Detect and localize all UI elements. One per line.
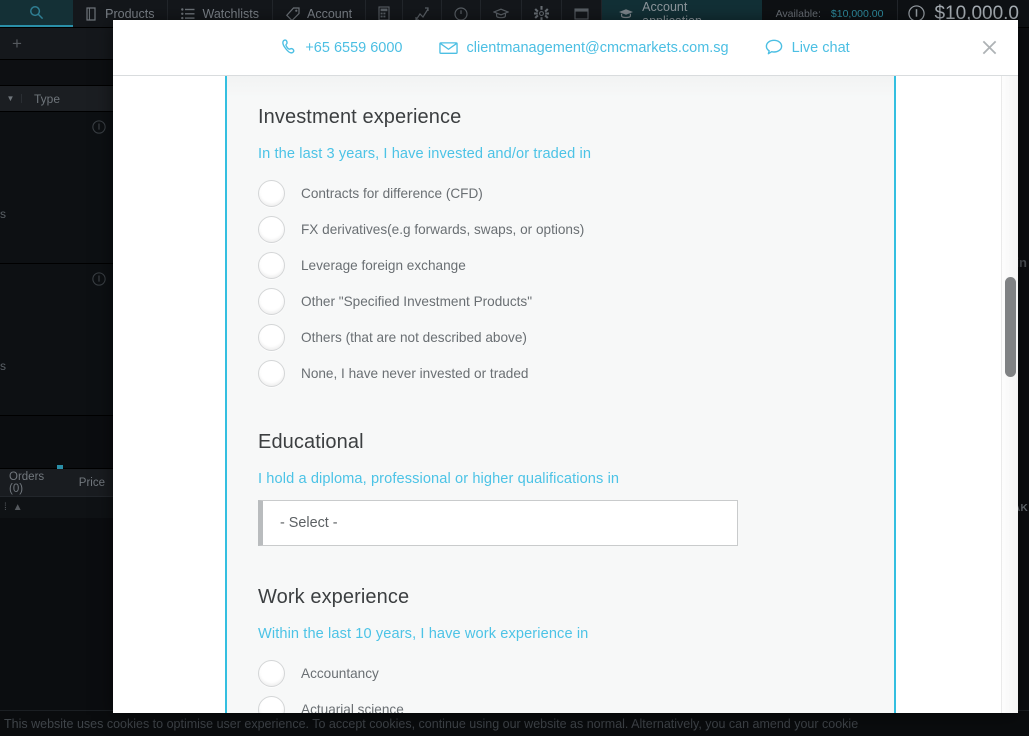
option-row[interactable]: None, I have never invested or traded <box>258 355 894 391</box>
phone-icon <box>281 39 296 56</box>
toolbar-label-products: Products <box>105 6 155 21</box>
live-chat-label: Live chat <box>791 39 850 56</box>
radio-button[interactable] <box>258 323 285 351</box>
application-form: Investment experience In the last 3 year… <box>227 76 894 713</box>
list-icon <box>181 7 195 20</box>
modal-header: +65 6559 6000 clientmanagement@cmcmarket… <box>113 20 1018 76</box>
section-question: Within the last 10 years, I have work ex… <box>258 626 589 642</box>
info-circle-icon <box>92 120 106 134</box>
available-value: $10,000.00 <box>830 7 884 20</box>
gear-icon <box>534 6 550 21</box>
radio-button[interactable] <box>258 215 285 243</box>
option-label: Others (that are not described above) <box>301 329 527 345</box>
column-header-type[interactable]: ▼ Type <box>0 86 114 112</box>
section-investment-experience: Investment experience In the last 3 year… <box>258 106 894 391</box>
option-label: Actuarial science <box>301 701 404 714</box>
tab-price-label: Price <box>78 476 105 489</box>
grid-header: ⁞ ▲ <box>0 496 114 518</box>
sort-asc-icon: ▲ <box>12 502 23 513</box>
section-educational: Educational I hold a diploma, profession… <box>258 431 894 546</box>
option-row[interactable]: Others (that are not described above) <box>258 319 894 355</box>
search-button[interactable] <box>0 0 74 27</box>
radio-button[interactable] <box>258 695 285 713</box>
cookie-notice-text: This website uses cookies to optimise us… <box>4 716 859 731</box>
cookie-notice: This website uses cookies to optimise us… <box>0 710 1029 736</box>
email-link[interactable]: clientmanagement@cmcmarkets.com.sg <box>438 39 729 56</box>
column-header-label: Type <box>34 91 61 106</box>
section-question: In the last 3 years, I have invested and… <box>258 146 592 162</box>
close-button[interactable] <box>976 35 1002 61</box>
bottom-tab-bar: Orders (0) Price <box>0 464 114 496</box>
option-label: Accountancy <box>301 665 379 681</box>
section-title: Work experience <box>258 586 410 608</box>
option-label: Contracts for difference (CFD) <box>301 185 483 201</box>
radio-button[interactable] <box>258 359 285 387</box>
option-label: Leverage foreign exchange <box>301 257 466 273</box>
email-label: clientmanagement@cmcmarkets.com.sg <box>466 39 729 56</box>
toolbar-label-account: Account <box>306 6 353 21</box>
modal-right-gutter <box>894 76 1018 713</box>
option-row[interactable]: Accountancy <box>258 655 894 691</box>
tab-indicator <box>56 464 63 469</box>
close-icon <box>981 39 998 56</box>
radio-button[interactable] <box>258 287 285 315</box>
filter-icon: ⁞ <box>4 502 7 513</box>
tag-icon <box>285 6 300 21</box>
tab-orders[interactable]: Orders (0) <box>0 464 70 495</box>
live-chat-link[interactable]: Live chat <box>765 39 850 56</box>
radio-button[interactable] <box>258 179 285 207</box>
search-icon <box>29 5 44 20</box>
radio-button[interactable] <box>258 659 285 687</box>
chat-bubble-icon <box>765 39 783 56</box>
option-row[interactable]: Actuarial science <box>258 691 894 713</box>
option-row[interactable]: FX derivatives(e.g forwards, swaps, or o… <box>258 211 894 247</box>
phone-label: +65 6559 6000 <box>305 39 403 56</box>
list-item-label: s <box>0 207 6 221</box>
window-icon <box>574 7 589 20</box>
modal-scrollbar-thumb[interactable] <box>1005 277 1016 377</box>
option-label: Other "Specified Investment Products" <box>301 293 533 309</box>
modal-left-gutter <box>113 76 227 713</box>
section-title: Investment experience <box>258 106 462 128</box>
graduation-cap-icon <box>493 8 510 19</box>
available-label: Available: <box>775 7 821 20</box>
phone-link[interactable]: +65 6559 6000 <box>281 39 403 56</box>
envelope-icon <box>438 41 458 55</box>
add-button-label: + <box>12 33 22 53</box>
clock-icon <box>454 6 468 21</box>
list-item[interactable]: s <box>0 112 114 264</box>
option-label: None, I have never invested or traded <box>301 365 529 381</box>
radio-button[interactable] <box>258 251 285 279</box>
section-question: I hold a diploma, professional or higher… <box>258 471 620 487</box>
book-icon <box>86 6 98 21</box>
option-row[interactable]: Leverage foreign exchange <box>258 247 894 283</box>
panel-spacer <box>0 60 114 86</box>
graduation-cap-icon <box>618 8 634 19</box>
modal-body: Investment experience In the last 3 year… <box>113 76 1018 713</box>
info-circle-icon <box>92 272 106 286</box>
option-row[interactable]: Other "Specified Investment Products" <box>258 283 894 319</box>
form-scroll-area: Investment experience In the last 3 year… <box>227 76 894 713</box>
account-application-modal: +65 6559 6000 clientmanagement@cmcmarket… <box>113 20 1018 713</box>
toolbar-label-watchlists: Watchlists <box>202 6 259 21</box>
modal-scrollbar-track[interactable] <box>1001 76 1018 713</box>
tab-orders-label: Orders (0) <box>9 470 45 495</box>
chevron-down-icon: ▼ <box>0 94 22 103</box>
option-label: FX derivatives(e.g forwards, swaps, or o… <box>301 221 585 237</box>
section-work-experience: Work experience Within the last 10 years… <box>258 586 894 713</box>
qualification-select[interactable]: - Select - <box>258 500 738 546</box>
list-item-label: s <box>0 359 6 373</box>
left-panel: + ▼ Type s s <box>0 28 114 736</box>
list-item[interactable]: s <box>0 264 114 416</box>
section-title: Educational <box>258 431 364 453</box>
calculator-icon <box>378 6 390 21</box>
qualification-select-value: - Select - <box>280 515 338 531</box>
option-row[interactable]: Contracts for difference (CFD) <box>258 175 894 211</box>
tab-price[interactable]: Price <box>70 477 114 489</box>
chart-icon <box>415 6 429 21</box>
add-button[interactable]: + <box>0 28 114 60</box>
